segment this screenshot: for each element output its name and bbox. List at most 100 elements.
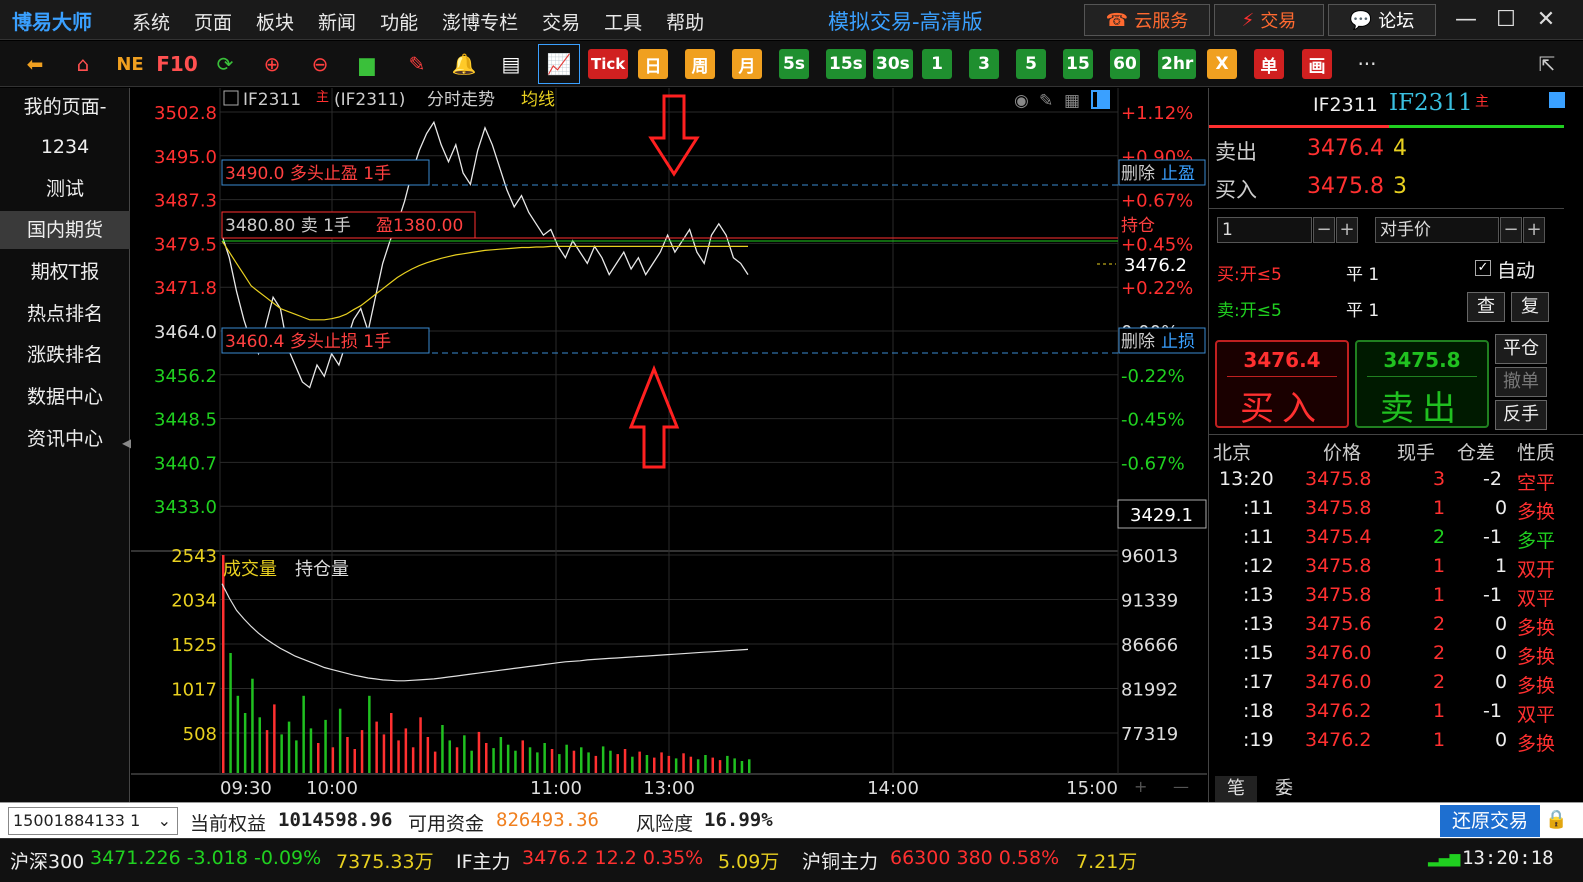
restore-trade-button[interactable]: 还原交易 [1440, 805, 1540, 837]
buy-label: 买入 [1215, 178, 1257, 202]
menu-sector[interactable]: 板块 [256, 8, 294, 35]
sidebar-item-options[interactable]: 期权T报 [0, 253, 130, 291]
menu-tools[interactable]: 工具 [604, 8, 642, 35]
refresh-icon[interactable]: ⟳ [208, 47, 242, 81]
trade-row: :12 3475.8 1 1 双开 [1209, 555, 1583, 584]
trade-button[interactable]: ⚡ 交易 [1214, 4, 1324, 36]
sidebar-item-domestic-futures[interactable]: 国内期货 [0, 211, 130, 249]
lock-icon[interactable]: 🔒 [1545, 809, 1567, 830]
grid-layout-icon[interactable]: ▦ [1064, 91, 1080, 111]
price-minus-button[interactable]: − [1500, 217, 1522, 243]
sidebar-item-info-center[interactable]: 资讯中心 [0, 420, 130, 458]
more-icon[interactable]: ··· [1350, 47, 1384, 81]
sidebar-item-data-center[interactable]: 数据中心 [0, 378, 130, 416]
volume-bar [309, 728, 313, 773]
hs300-label[interactable]: 沪深300 [10, 847, 84, 874]
sidebar-item-change-rank[interactable]: 涨跌排名 [0, 336, 130, 374]
tick-button[interactable]: Tick [588, 49, 629, 79]
menu-page[interactable]: 页面 [194, 8, 232, 35]
period-3m[interactable]: 3 [969, 49, 999, 79]
if-main-label[interactable]: IF主力 [456, 847, 511, 874]
panel-toggle-icon[interactable] [223, 90, 239, 106]
add-indicator-icon[interactable]: + [1134, 777, 1147, 796]
cancel-order-button[interactable]: 撤单 [1495, 367, 1547, 397]
tab-orders[interactable]: 委 [1263, 776, 1305, 802]
period-5m[interactable]: 5 [1016, 49, 1046, 79]
close-position-button[interactable]: 平仓 [1495, 334, 1547, 364]
menu-trade[interactable]: 交易 [542, 8, 580, 35]
maximize-icon[interactable]: ☐ [1488, 4, 1524, 36]
menu-help[interactable]: 帮助 [666, 8, 704, 35]
menu-news[interactable]: 新闻 [318, 8, 356, 35]
sidebar-item-1234[interactable]: 1234 [0, 128, 130, 166]
auto-checkbox[interactable]: ✓ [1475, 260, 1491, 276]
menu-function[interactable]: 功能 [380, 8, 418, 35]
price-plus-button[interactable]: + [1523, 217, 1545, 243]
query-button[interactable]: 查 [1467, 292, 1505, 322]
draw-button[interactable]: 画 [1302, 49, 1332, 79]
stop-loss-action[interactable]: 止损 [1161, 332, 1195, 352]
chart-panel[interactable]: 3502.8 3495.0 3487.3 3479.5 3471.8 3464.0 3456… [131, 88, 1207, 802]
window-icon[interactable]: ▆ [350, 47, 384, 81]
table-icon[interactable]: ▤ [494, 47, 528, 81]
price-type-input[interactable]: 对手价 [1375, 217, 1499, 243]
export-icon[interactable]: ⇱ [1530, 47, 1564, 81]
stop-loss-delete[interactable]: 删除 [1121, 332, 1155, 352]
bell-icon[interactable]: 🔔 [447, 47, 481, 81]
reset-button[interactable]: 复 [1511, 292, 1549, 322]
take-profit-delete[interactable]: 删除 [1121, 164, 1155, 184]
back-arrow-icon[interactable]: ⬅ [18, 47, 52, 81]
menu-system[interactable]: 系统 [132, 8, 170, 35]
eye-icon[interactable]: ◉ [1014, 91, 1029, 111]
period-1m[interactable]: 1 [922, 49, 952, 79]
pencil-edit-icon[interactable]: ✎ [1039, 91, 1053, 111]
f10-button[interactable]: F10 [156, 47, 198, 81]
quantity-input[interactable]: 1 [1217, 217, 1312, 243]
buy-button-price: 3476.4 [1243, 348, 1321, 372]
pencil-icon[interactable]: ✎ [400, 47, 434, 81]
quantity-minus-button[interactable]: − [1313, 217, 1335, 243]
period-week[interactable]: 周 [685, 49, 715, 79]
account-select[interactable]: 15001884133 1 ⌄ [8, 807, 178, 835]
news-icon[interactable]: NE [113, 47, 147, 81]
forum-button[interactable]: 💬 论坛 [1328, 4, 1436, 36]
close-icon[interactable]: ✕ [1528, 4, 1564, 36]
buy-button[interactable]: 3476.4 买入 [1215, 340, 1349, 429]
sell-price[interactable]: 3476.4 [1307, 136, 1384, 161]
take-profit-action[interactable]: 止盈 [1161, 164, 1195, 184]
intraday-chart[interactable]: 3502.8 3495.0 3487.3 3479.5 3471.8 3464.0 3456… [131, 88, 1207, 802]
order-button[interactable]: 单 [1254, 49, 1284, 79]
period-month[interactable]: 月 [732, 49, 762, 79]
period-15s[interactable]: 15s [826, 49, 866, 79]
cloud-service-button[interactable]: ☎ 云服务 [1084, 4, 1210, 36]
home-icon[interactable]: ⌂ [66, 47, 100, 81]
sidebar-item-hot-rank[interactable]: 热点排名 [0, 295, 130, 333]
quantity-plus-button[interactable]: + [1336, 217, 1358, 243]
time-axis: 09:30 10:00 11:00 13:00 14:00 15:00 [220, 778, 1118, 799]
period-day[interactable]: 日 [638, 49, 668, 79]
period-custom[interactable]: X [1207, 49, 1237, 79]
period-2hr[interactable]: 2hr [1158, 49, 1197, 79]
period-60m[interactable]: 60 [1110, 49, 1140, 79]
copper-main-label[interactable]: 沪铜主力 [802, 847, 878, 874]
reverse-button[interactable]: 反手 [1495, 400, 1547, 430]
period-15m[interactable]: 15 [1063, 49, 1093, 79]
trade-nature: 空平 [1517, 472, 1556, 494]
tab-ticks[interactable]: 笔 [1215, 776, 1257, 802]
volume-bar [601, 746, 605, 773]
zoom-in-icon[interactable]: ⊕ [255, 47, 289, 81]
period-30s[interactable]: 30s [873, 49, 913, 79]
minimize-icon[interactable]: — [1448, 4, 1484, 36]
remove-indicator-icon[interactable]: — [1173, 777, 1189, 796]
menu-column[interactable]: 澎博专栏 [442, 8, 518, 35]
cursor-price-tag: 3429.1 [1130, 505, 1193, 526]
period-5s[interactable]: 5s [779, 49, 809, 79]
zoom-out-icon[interactable]: ⊖ [303, 47, 337, 81]
sell-button[interactable]: 3475.8 卖出 [1355, 340, 1489, 429]
sidebar-item-test[interactable]: 测试 [0, 170, 130, 208]
sidebar-item-mypage[interactable]: 我的页面- [0, 88, 130, 126]
buy-price[interactable]: 3475.8 [1307, 174, 1384, 199]
panel-mode-icon[interactable] [1549, 92, 1565, 108]
chart-icon[interactable]: 📈 [538, 44, 580, 84]
collapse-arrow-icon[interactable]: ◀ [122, 436, 131, 450]
